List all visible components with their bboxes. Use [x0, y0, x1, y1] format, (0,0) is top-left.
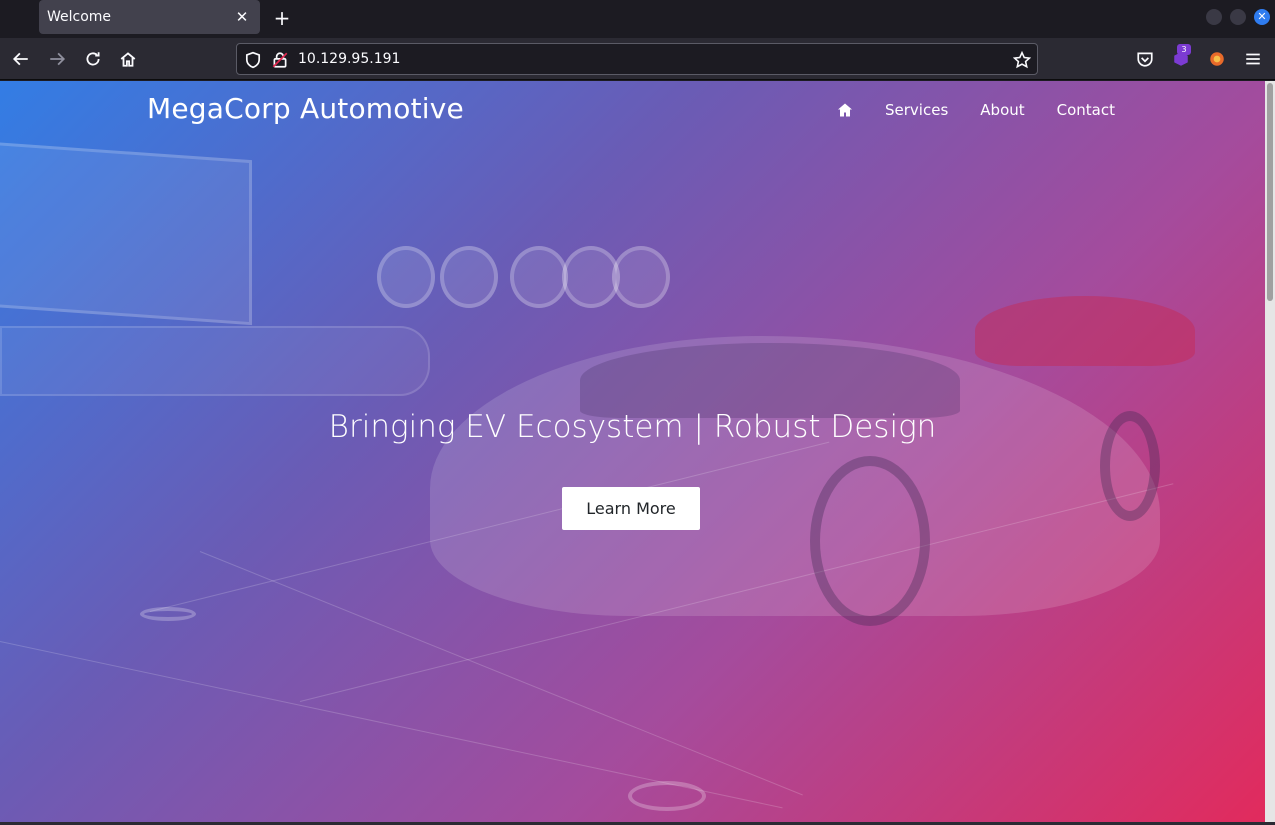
nav-contact[interactable]: Contact: [1057, 101, 1115, 119]
minimize-button[interactable]: [1206, 9, 1222, 25]
maximize-button[interactable]: [1230, 9, 1246, 25]
background-red-car: [975, 296, 1195, 366]
close-window-button[interactable]: ✕: [1254, 9, 1270, 25]
page-scrollbar[interactable]: [1265, 81, 1275, 822]
floor-marker: [140, 607, 196, 621]
foxyproxy-icon[interactable]: [1206, 48, 1228, 70]
reload-icon[interactable]: [82, 48, 104, 70]
nav-services[interactable]: Services: [885, 101, 948, 119]
background-screen: [0, 141, 252, 326]
nav-about[interactable]: About: [980, 101, 1024, 119]
extension-badge: 3: [1177, 44, 1191, 55]
site-nav: Services About Contact: [837, 101, 1115, 119]
home-icon[interactable]: [837, 102, 853, 118]
learn-more-button[interactable]: Learn More: [562, 487, 700, 530]
site-brand[interactable]: MegaCorp Automotive: [147, 92, 464, 125]
background-rim: [377, 246, 435, 308]
menu-icon[interactable]: [1242, 48, 1264, 70]
tab-welcome[interactable]: Welcome ✕: [39, 0, 260, 34]
background-car-wheel: [810, 456, 930, 626]
home-icon[interactable]: [117, 48, 139, 70]
new-tab-icon[interactable]: +: [272, 8, 292, 28]
browser-toolbar: 10.129.95.191 3: [0, 38, 1275, 80]
page-viewport: MegaCorp Automotive Services About Conta…: [0, 81, 1265, 822]
tab-title: Welcome: [47, 9, 112, 25]
pocket-icon[interactable]: [1134, 48, 1156, 70]
close-tab-icon[interactable]: ✕: [234, 9, 250, 25]
background-car-window: [580, 343, 960, 418]
floor-marker: [628, 781, 706, 811]
background-rim: [612, 246, 670, 308]
hero-title: Bringing EV Ecosystem | Robust Design: [328, 409, 937, 445]
background-rim: [510, 246, 568, 308]
tab-strip: Welcome ✕ + ✕: [0, 0, 1275, 38]
insecure-lock-icon[interactable]: [271, 51, 289, 69]
url-bar[interactable]: 10.129.95.191: [236, 43, 1038, 75]
forward-icon[interactable]: [46, 48, 68, 70]
back-icon[interactable]: [10, 48, 32, 70]
shield-icon[interactable]: [244, 51, 262, 69]
scrollbar-thumb[interactable]: [1267, 83, 1273, 301]
background-counter: [0, 326, 430, 396]
background-rim: [440, 246, 498, 308]
star-icon[interactable]: [1012, 50, 1032, 69]
url-text[interactable]: 10.129.95.191: [298, 51, 400, 67]
